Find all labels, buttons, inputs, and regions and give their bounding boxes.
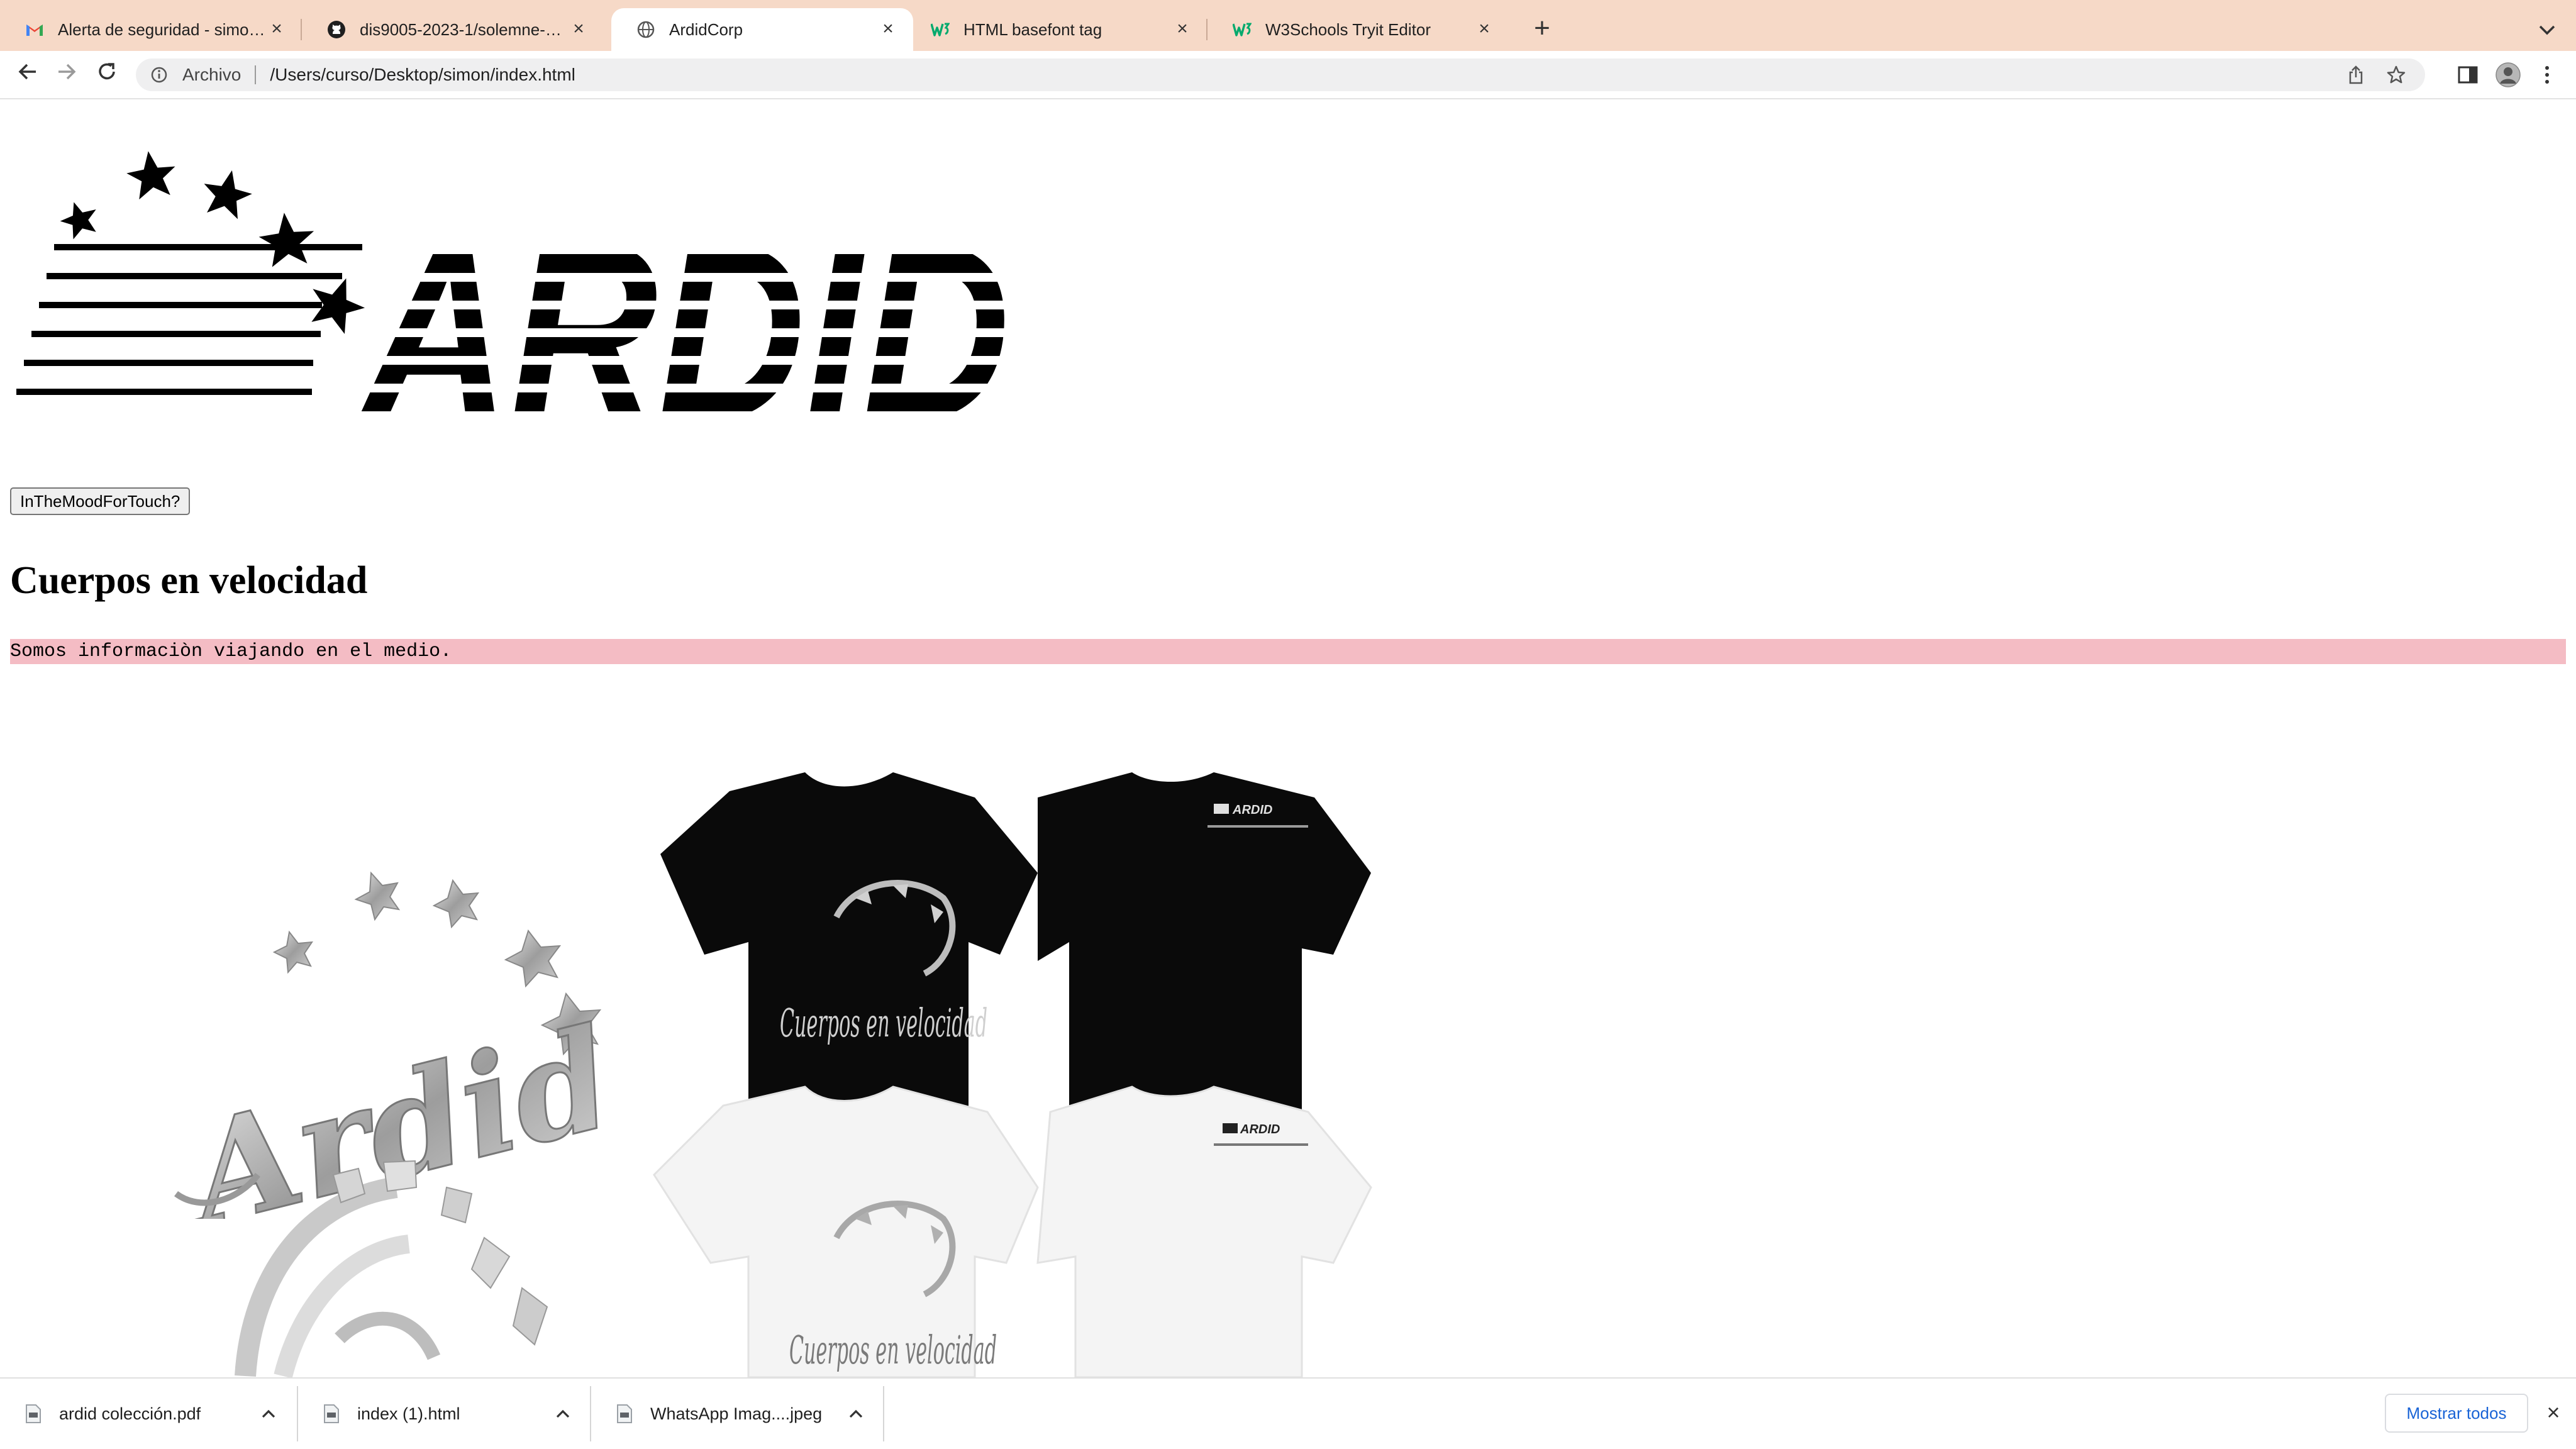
close-icon[interactable]: × bbox=[1474, 19, 1494, 40]
close-icon[interactable]: × bbox=[878, 19, 898, 40]
gmail-icon bbox=[25, 20, 44, 39]
file-icon bbox=[26, 1404, 41, 1423]
download-filename: WhatsApp Imag....jpeg bbox=[650, 1404, 823, 1423]
black-tshirt-back: ARDID bbox=[1038, 772, 1371, 1137]
tab-title: HTML basefont tag bbox=[963, 19, 1102, 39]
file-icon bbox=[617, 1404, 632, 1423]
close-icon[interactable]: × bbox=[569, 19, 589, 40]
shirt-back-logo: ARDID bbox=[1232, 803, 1272, 817]
in-the-mood-button[interactable]: InTheMoodForTouch? bbox=[10, 487, 191, 515]
white-tshirt-back: ARDID bbox=[1036, 1085, 1372, 1377]
address-divider bbox=[255, 65, 257, 84]
tab-w3schools-tryit[interactable]: W3Schools Tryit Editor × bbox=[1208, 8, 1509, 51]
w3schools-icon bbox=[931, 20, 950, 39]
close-icon[interactable]: × bbox=[267, 19, 287, 40]
profile-avatar[interactable] bbox=[2496, 62, 2521, 87]
forward-button[interactable] bbox=[53, 61, 80, 89]
shirt-back-logo: ARDID bbox=[1240, 1123, 1280, 1136]
close-icon[interactable]: × bbox=[1172, 19, 1192, 40]
side-panel-icon[interactable] bbox=[2455, 62, 2480, 87]
url-text[interactable]: /Users/curso/Desktop/simon/index.html bbox=[270, 65, 2345, 85]
reload-button[interactable] bbox=[93, 61, 121, 89]
ardid-logo: ARDID bbox=[16, 151, 1010, 439]
globe-icon bbox=[636, 20, 655, 39]
download-shelf: ardid colección.pdf index (1).html Whats… bbox=[0, 1377, 2576, 1449]
arrow-right-icon bbox=[58, 64, 76, 80]
page-viewport: ARDID InTheMoodForTouch? Cuerpos en velo… bbox=[0, 99, 2576, 1377]
info-icon[interactable] bbox=[150, 65, 169, 84]
tab-title: W3Schools Tryit Editor bbox=[1265, 19, 1431, 39]
show-all-button[interactable]: Mostrar todos bbox=[2385, 1394, 2528, 1433]
reload-icon bbox=[99, 63, 115, 80]
bookmark-star-icon[interactable] bbox=[2385, 64, 2407, 86]
page-paragraph: Somos informaciòn viajando en el medio. bbox=[10, 639, 2566, 664]
chevron-down-icon bbox=[2539, 25, 2555, 35]
white-tshirt-front: Cuerpos en velocidad bbox=[653, 1085, 1039, 1377]
tab-ardidcorp[interactable]: ArdidCorp × bbox=[611, 8, 913, 51]
tab-title: ArdidCorp bbox=[669, 19, 743, 39]
chevron-up-icon[interactable] bbox=[553, 1404, 572, 1423]
scheme-label: Archivo bbox=[182, 65, 242, 84]
new-tab-button[interactable]: + bbox=[1530, 14, 1555, 42]
page-heading: Cuerpos en velocidad bbox=[10, 559, 368, 602]
back-button[interactable] bbox=[14, 61, 42, 89]
tab-github[interactable]: dis9005-2023-1/solemne-02 a × bbox=[302, 8, 604, 51]
black-tshirt-front: Cuerpos en velocidad bbox=[660, 772, 1038, 1137]
w3schools-icon bbox=[1233, 20, 1252, 39]
share-icon[interactable] bbox=[2345, 64, 2367, 86]
download-item[interactable]: ardid colección.pdf bbox=[0, 1379, 296, 1449]
download-item[interactable]: index (1).html bbox=[298, 1379, 590, 1449]
swoosh-graphic bbox=[235, 1160, 548, 1377]
tab-html-basefont[interactable]: HTML basefont tag × bbox=[906, 8, 1208, 51]
download-filename: index (1).html bbox=[357, 1404, 460, 1423]
shirt-front-text: Cuerpos en velocidad bbox=[789, 1327, 997, 1373]
logo-wordmark: ARDID bbox=[356, 191, 1010, 439]
chevron-up-icon[interactable] bbox=[847, 1404, 865, 1423]
tab-title: dis9005-2023-1/solemne-02 a bbox=[360, 19, 569, 39]
download-separator bbox=[883, 1386, 884, 1441]
github-icon bbox=[327, 20, 346, 39]
shirt-front-text: Cuerpos en velocidad bbox=[780, 1000, 987, 1046]
browser-toolbar: Archivo /Users/curso/Desktop/simon/index… bbox=[0, 51, 2576, 99]
chevron-up-icon[interactable] bbox=[259, 1404, 278, 1423]
kebab-menu-icon[interactable] bbox=[2534, 62, 2560, 87]
tab-strip: Alerta de seguridad - simon.lin × dis900… bbox=[0, 0, 2576, 51]
address-bar[interactable]: Archivo /Users/curso/Desktop/simon/index… bbox=[136, 58, 2425, 91]
download-filename: ardid colección.pdf bbox=[59, 1404, 201, 1423]
tab-search-button[interactable] bbox=[2534, 16, 2560, 42]
download-item[interactable]: WhatsApp Imag....jpeg bbox=[591, 1379, 883, 1449]
tshirts-graphic: Cuerpos en velocidad ARDID Cuerpos en ve… bbox=[653, 772, 1372, 1377]
tab-title: Alerta de seguridad - simon.lin bbox=[58, 19, 267, 39]
tab-gmail[interactable]: Alerta de seguridad - simon.lin × bbox=[0, 8, 302, 51]
arrow-left-icon bbox=[18, 64, 36, 80]
file-icon bbox=[324, 1404, 339, 1423]
close-icon[interactable]: × bbox=[2541, 1400, 2566, 1425]
